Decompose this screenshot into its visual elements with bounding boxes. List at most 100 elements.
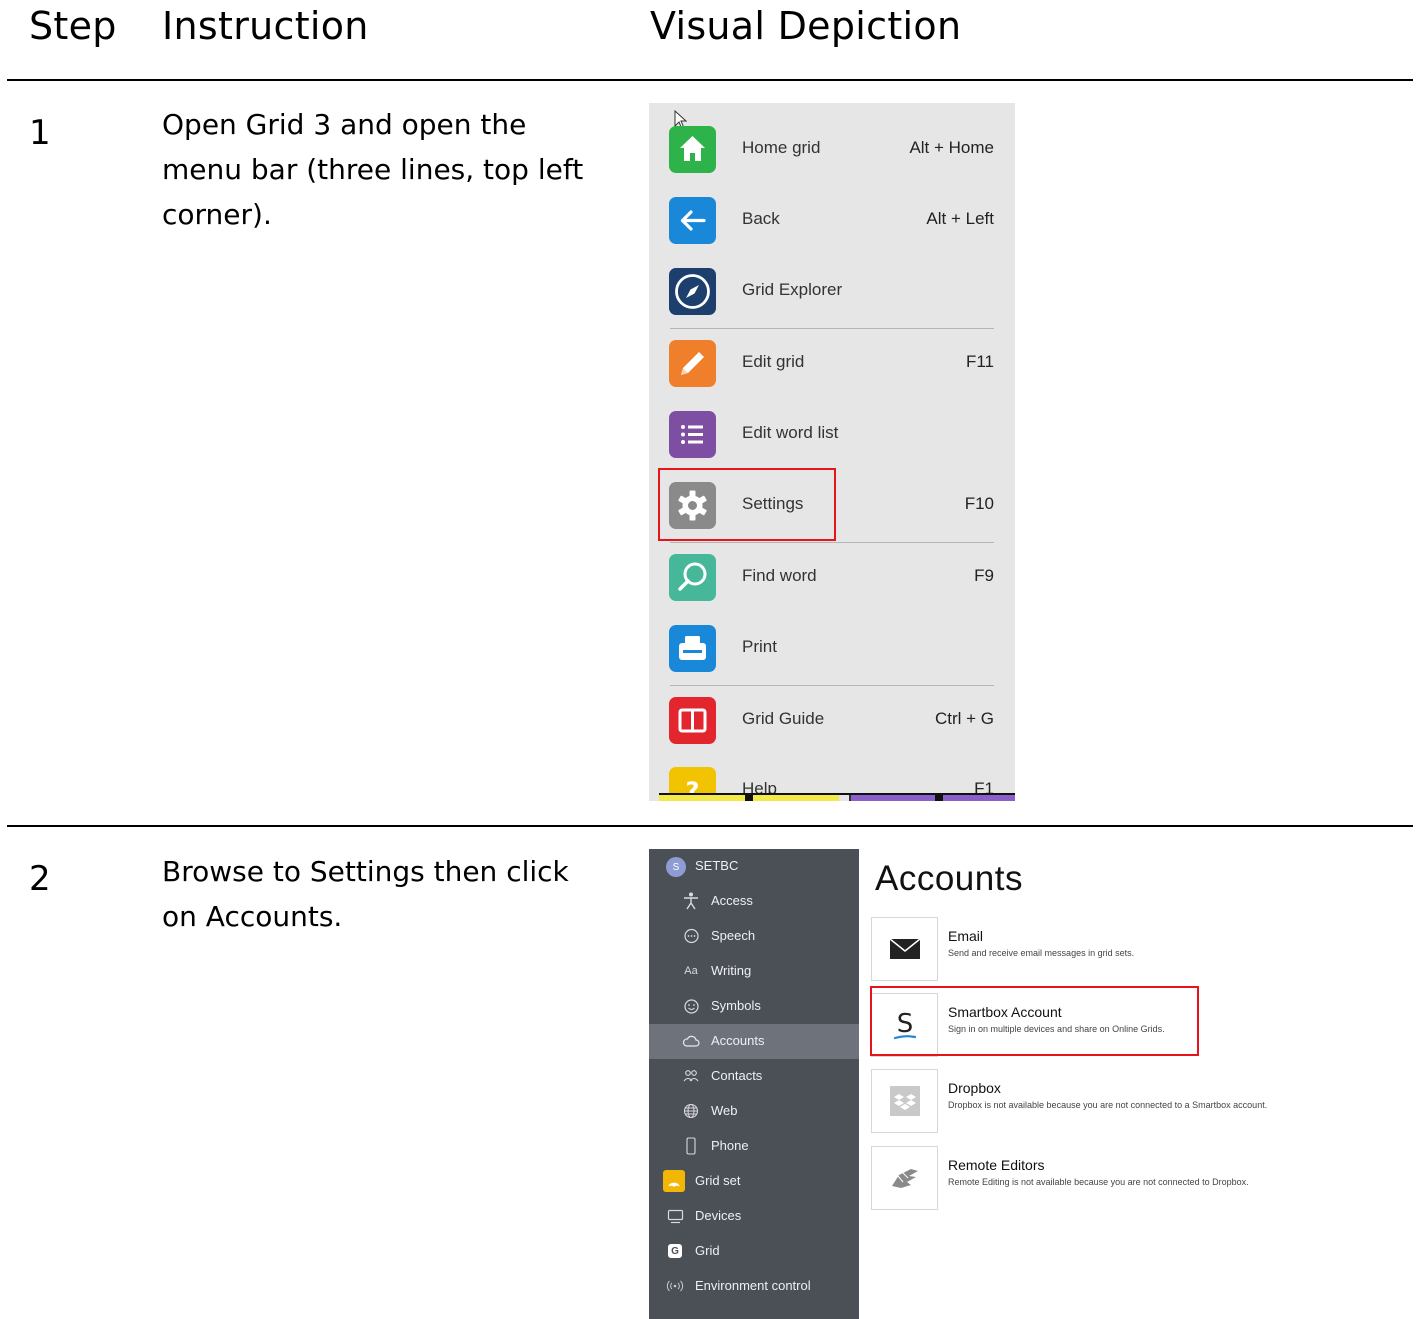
menu-separator	[670, 542, 994, 543]
user-avatar-icon: S	[666, 857, 686, 877]
menu-item-label: Edit word list	[742, 423, 839, 442]
sidebar-item-label: Speech	[711, 928, 756, 943]
background-grid-strip	[659, 793, 1015, 801]
sidebar-item-label: Symbols	[711, 998, 761, 1013]
menu-item-home-grid[interactable]: Home grid Alt + Home	[649, 120, 1015, 180]
menu-item-edit-word-list[interactable]: Edit word list	[649, 405, 1015, 465]
settings-highlight-box	[658, 468, 836, 541]
hand-icon	[871, 1146, 938, 1210]
sidebar-section-environment-control[interactable]: Environment control	[649, 1269, 859, 1304]
sidebar-section-label: Devices	[695, 1208, 742, 1223]
menu-item-edit-grid[interactable]: Edit grid F11	[649, 334, 1015, 394]
column-header-step: Step	[29, 4, 117, 48]
home-icon	[669, 126, 716, 173]
card-description: Remote Editing is not available because …	[948, 1177, 1249, 1187]
grid3-menu: Home grid Alt + Home Back Alt + Left Gri…	[649, 103, 1015, 801]
sidebar-section-label: Environment control	[695, 1278, 811, 1293]
menu-item-shortcut: F11	[965, 352, 994, 371]
account-card-dropbox[interactable]: Dropbox Dropbox is not available because…	[871, 1069, 1291, 1133]
pencil-icon	[669, 340, 716, 387]
grid-g-icon: G	[668, 1244, 682, 1258]
sidebar-item-label: Writing	[711, 963, 752, 978]
monitor-icon	[666, 1207, 684, 1225]
card-title: Remote Editors	[948, 1157, 1045, 1173]
menu-item-label: Grid Guide	[742, 709, 825, 728]
card-description: Send and receive email messages in grid …	[948, 948, 1135, 958]
magnifier-icon	[669, 554, 716, 601]
sidebar-section-grid-set[interactable]: Grid set	[649, 1164, 859, 1199]
environment-control-icon	[666, 1277, 684, 1295]
sidebar-item-accounts[interactable]: Accounts	[649, 1024, 859, 1059]
step-instruction: Browse to Settings then click on Account…	[162, 855, 569, 933]
menu-item-grid-guide[interactable]: Grid Guide Ctrl + G	[649, 691, 1015, 751]
menu-item-label: Print	[742, 637, 777, 656]
step-divider	[7, 825, 1413, 827]
compass-icon	[669, 268, 716, 315]
menu-item-shortcut: Ctrl + G	[934, 709, 994, 728]
card-title: Dropbox	[948, 1080, 1001, 1096]
menu-item-label: Edit grid	[742, 352, 805, 371]
sidebar-item-phone[interactable]: Phone	[649, 1129, 859, 1164]
menu-separator	[670, 328, 994, 329]
menu-item-back[interactable]: Back Alt + Left	[649, 191, 1015, 251]
header-divider	[7, 79, 1413, 81]
smiley-icon	[682, 997, 700, 1015]
menu-item-label: Back	[742, 209, 780, 228]
settings-sidebar: S SETBC Access Speech Aa Writing Symbols	[649, 849, 859, 1319]
step-number: 1	[29, 113, 51, 153]
account-card-email[interactable]: Email Send and receive email messages in…	[871, 917, 1291, 981]
sidebar-item-contacts[interactable]: Contacts	[649, 1059, 859, 1094]
accessibility-icon	[682, 892, 700, 910]
back-arrow-icon	[669, 197, 716, 244]
menu-separator	[670, 685, 994, 686]
column-header-instruction: Instruction	[162, 4, 369, 48]
phone-icon	[682, 1137, 700, 1155]
account-card-remote-editors[interactable]: Remote Editors Remote Editing is not ava…	[871, 1146, 1291, 1210]
globe-icon	[682, 1102, 700, 1120]
sidebar-item-label: Access	[711, 893, 753, 908]
cloud-icon	[682, 1032, 700, 1050]
sidebar-item-speech[interactable]: Speech	[649, 919, 859, 954]
sidebar-item-label: Phone	[711, 1138, 749, 1153]
sidebar-item-label: Contacts	[711, 1068, 763, 1083]
menu-item-print[interactable]: Print	[649, 619, 1015, 679]
menu-item-label: Home grid	[742, 138, 821, 157]
menu-item-grid-explorer[interactable]: Grid Explorer	[649, 262, 1015, 322]
sidebar-item-access[interactable]: Access	[649, 884, 859, 919]
sidebar-section-devices[interactable]: Devices	[649, 1199, 859, 1234]
settings-screen: S SETBC Access Speech Aa Writing Symbols	[649, 849, 1313, 1319]
page-title: Accounts	[875, 859, 1023, 898]
column-header-visual: Visual Depiction	[650, 4, 962, 48]
sidebar-item-web[interactable]: Web	[649, 1094, 859, 1129]
book-icon	[669, 697, 716, 744]
card-description: Dropbox is not available because you are…	[948, 1100, 1268, 1110]
menu-item-shortcut: Alt + Home	[909, 138, 994, 157]
speech-bubble-icon	[682, 927, 700, 945]
printer-icon	[669, 625, 716, 672]
menu-item-label: Grid Explorer	[742, 280, 843, 299]
sidebar-user[interactable]: S SETBC	[649, 849, 859, 884]
smartbox-highlight-box	[870, 986, 1199, 1056]
sidebar-user-name: SETBC	[695, 858, 739, 873]
step-number: 2	[29, 859, 51, 899]
list-icon	[669, 411, 716, 458]
menu-item-shortcut: F10	[964, 494, 994, 513]
dropbox-icon	[871, 1069, 938, 1133]
sidebar-section-grid[interactable]: G Grid	[649, 1234, 859, 1269]
menu-item-find-word[interactable]: Find word F9	[649, 548, 1015, 608]
card-title: Email	[948, 928, 984, 944]
sidebar-item-label: Web	[711, 1103, 738, 1118]
menu-item-shortcut: Alt + Left	[926, 209, 994, 228]
sidebar-item-symbols[interactable]: Symbols	[649, 989, 859, 1024]
sidebar-section-label: Grid	[695, 1243, 720, 1258]
sidebar-item-writing[interactable]: Aa Writing	[649, 954, 859, 989]
sidebar-item-label: Accounts	[711, 1033, 765, 1048]
people-icon	[682, 1067, 700, 1085]
text-aa-icon: Aa	[684, 965, 698, 977]
menu-item-shortcut: F9	[974, 566, 994, 585]
sidebar-section-label: Grid set	[695, 1173, 741, 1188]
envelope-icon	[871, 917, 938, 981]
grid-set-icon	[663, 1170, 685, 1192]
step-instruction: Open Grid 3 and open the menu bar (three…	[162, 108, 584, 231]
menu-item-label: Find word	[742, 566, 817, 585]
